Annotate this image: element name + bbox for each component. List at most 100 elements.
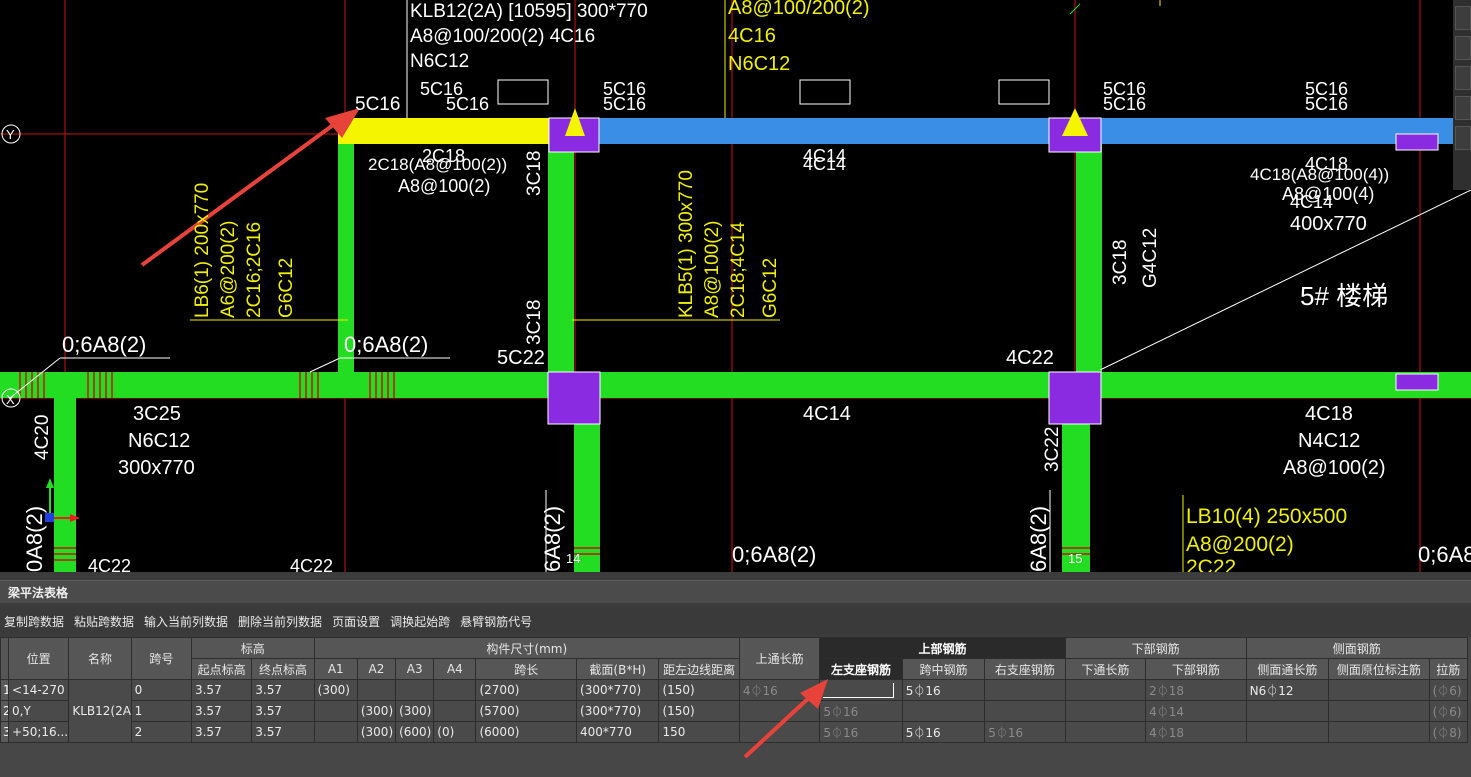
delete-column-button[interactable]: 删除当前列数据 — [234, 613, 326, 630]
label-2c18-detail: 2C18(A8@100(2)) — [368, 155, 507, 174]
table-row[interactable]: 2 0,Y 1 3.57 3.57 (300) (300) (5700) (30… — [0, 700, 1469, 722]
label-n4c12: N4C12 — [1298, 430, 1360, 452]
cell-position[interactable]: 0,Y — [8, 700, 70, 722]
cell-left-support[interactable]: 5⏀16 — [819, 700, 903, 722]
cell-a4[interactable]: (0) — [433, 721, 477, 743]
cell-section[interactable]: (300*770) — [576, 700, 660, 722]
label-5c16: 5C16 — [1103, 94, 1146, 114]
cell-a1[interactable]: (300) — [313, 679, 358, 701]
paste-span-button[interactable]: 粘贴跨数据 — [70, 613, 138, 630]
beam-label-line2: A8@100/200(2) 4C16 — [410, 26, 595, 47]
cell-span[interactable]: 2 — [130, 721, 192, 743]
cell-a4[interactable] — [433, 679, 477, 701]
beam-blue — [574, 118, 1471, 144]
table-row[interactable]: 1 <14-270 KLB12(2A) 0 3.57 3.57 (300) (2… — [0, 679, 1469, 743]
cell-side-orig[interactable] — [1328, 721, 1430, 743]
label-3c18-vert: 3C18 — [1110, 240, 1131, 285]
page-setup-button[interactable]: 页面设置 — [328, 613, 384, 630]
cell-a2[interactable]: (300) — [356, 721, 397, 743]
cell-position[interactable]: +50;16... — [8, 721, 70, 743]
cell-end-elev[interactable]: 3.57 — [251, 679, 315, 701]
group-top-rebar: 上部钢筋 — [819, 637, 1066, 659]
cell-a2[interactable]: (300) — [356, 700, 397, 722]
cell-span[interactable]: 0 — [130, 679, 192, 701]
label-3c22-vert: 3C22 — [1042, 427, 1063, 472]
cell-a3[interactable]: (600) — [395, 721, 435, 743]
header-row: 起点标高 终点标高 A1 A2 A3 A4 跨长 截面(B*H) 距左边线距离 … — [1, 658, 1469, 680]
cell-a3[interactable] — [395, 679, 435, 701]
cell-position[interactable]: <14-270 — [8, 679, 70, 701]
cell-span-length[interactable]: (6000) — [475, 721, 578, 743]
cell-tie[interactable]: (⏀6) — [1428, 679, 1469, 701]
beam-label-line3: N6C12 — [410, 51, 469, 72]
tool-button[interactable] — [1455, 66, 1471, 90]
cell-left-support-editing[interactable] — [819, 679, 903, 701]
cell-start-elev[interactable]: 3.57 — [190, 679, 253, 701]
tool-button[interactable] — [1455, 126, 1471, 150]
cell-section[interactable]: 400*770 — [576, 721, 660, 743]
cell-edge-dist[interactable]: (150) — [658, 679, 740, 701]
label-4c22-bottom: 4C22 — [290, 556, 333, 572]
cell-a2[interactable] — [356, 679, 397, 701]
row-number: 1 — [0, 679, 10, 701]
cell-side-through[interactable] — [1245, 721, 1330, 743]
cell-end-elev[interactable]: 3.57 — [251, 700, 315, 722]
cell-span-length[interactable]: (2700) — [475, 679, 578, 701]
cell-span[interactable]: 1 — [130, 700, 192, 722]
cell-left-support[interactable]: 5⏀16 — [819, 721, 903, 743]
cell-bottom-through[interactable] — [1064, 721, 1147, 743]
cell-end-elev[interactable]: 3.57 — [251, 721, 315, 743]
cell-top-through[interactable]: 4⏀16 — [738, 679, 821, 701]
col-start-elev: 起点标高 — [190, 658, 253, 680]
tool-button[interactable] — [1455, 96, 1471, 120]
cell-a4[interactable] — [433, 700, 477, 722]
cell-section[interactable]: (300*770) — [576, 679, 660, 701]
label-0a8-vert: 0A8(2) — [22, 506, 47, 572]
tool-button[interactable] — [1455, 36, 1471, 60]
col-position: 位置 — [8, 637, 70, 680]
cell-mid-span[interactable] — [901, 700, 986, 722]
col-a1: A1 — [313, 658, 358, 680]
cell-start-elev[interactable]: 3.57 — [190, 721, 253, 743]
tool-button[interactable] — [1455, 6, 1471, 30]
cell-bottom-rebar[interactable]: 2⏀18 — [1145, 679, 1247, 701]
cantilever-code-button[interactable]: 悬臂钢筋代号 — [456, 613, 536, 630]
cell-a1[interactable] — [313, 700, 358, 722]
cell-right-support[interactable] — [984, 679, 1066, 701]
cell-right-support[interactable] — [984, 700, 1066, 722]
col-top-through: 上通长筋 — [738, 637, 821, 680]
table-row[interactable]: 3 +50;16... 2 3.57 3.57 (300) (600) (0) … — [0, 721, 1469, 743]
cell-name[interactable]: KLB12(2A) — [68, 679, 132, 743]
cell-edge-dist[interactable]: 150 — [658, 721, 740, 743]
label-a8-100-low: A8@100(2) — [1283, 457, 1386, 479]
cell-side-orig[interactable] — [1328, 700, 1430, 722]
cell-side-orig[interactable] — [1328, 679, 1430, 701]
cell-side-through[interactable]: N6⏀12 — [1245, 679, 1330, 701]
cell-side-through[interactable] — [1245, 700, 1330, 722]
cell-editor[interactable] — [823, 682, 895, 698]
lb10-line3: 2C22 — [1186, 556, 1236, 572]
label-tie: 0;6A8(2) — [732, 542, 816, 567]
yellow-label-line3: N6C12 — [728, 53, 790, 75]
swap-start-span-button[interactable]: 调换起始跨 — [386, 613, 454, 630]
cell-mid-span[interactable]: 5⏀16 — [901, 679, 986, 701]
cell-start-elev[interactable]: 3.57 — [190, 700, 253, 722]
cell-right-support[interactable]: 5⏀16 — [984, 721, 1066, 743]
cell-top-through[interactable] — [738, 721, 821, 743]
cell-mid-span[interactable]: 5⏀16 — [901, 721, 986, 743]
copy-span-button[interactable]: 复制跨数据 — [0, 613, 68, 630]
cell-tie[interactable]: (⏀8) — [1428, 721, 1469, 743]
cad-drawing-canvas[interactable]: KLB12(2A) [10595] 300*770 A8@100/200(2) … — [0, 0, 1471, 572]
cell-bottom-rebar[interactable]: 4⏀18 — [1145, 721, 1247, 743]
cell-a1[interactable] — [313, 721, 358, 743]
cell-bottom-rebar[interactable]: 4⏀14 — [1145, 700, 1247, 722]
cell-bottom-through[interactable] — [1064, 679, 1147, 701]
cell-span-length[interactable]: (5700) — [475, 700, 578, 722]
cell-a3[interactable]: (300) — [395, 700, 435, 722]
highlighted-beam-yellow — [338, 118, 574, 144]
input-column-button[interactable]: 输入当前列数据 — [140, 613, 232, 630]
cell-tie[interactable]: (⏀6) — [1428, 700, 1469, 722]
cell-bottom-through[interactable] — [1064, 700, 1147, 722]
cell-top-through[interactable] — [738, 700, 821, 722]
cell-edge-dist[interactable]: (150) — [658, 700, 740, 722]
